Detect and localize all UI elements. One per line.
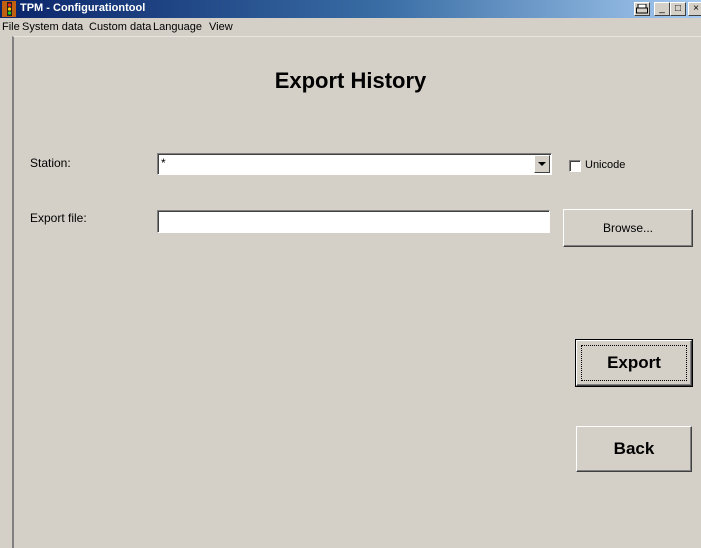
maximize-button[interactable]: □ <box>670 2 686 16</box>
station-value: * <box>161 156 166 170</box>
station-dropdown[interactable]: * <box>157 153 552 175</box>
page-title: Export History <box>274 68 427 93</box>
focus-rect <box>581 345 687 381</box>
minimize-button[interactable]: _ <box>654 2 670 16</box>
app-window: TPM - Configurationtool _ □ × File Syste… <box>0 0 701 548</box>
menu-custom-data[interactable]: Custom data <box>89 21 151 33</box>
export-button[interactable]: Export <box>575 339 693 387</box>
close-button[interactable]: × <box>688 2 701 16</box>
back-button[interactable]: Back <box>576 426 692 472</box>
station-label: Station: <box>30 156 71 170</box>
menu-view[interactable]: View <box>209 21 233 33</box>
window-title: TPM - Configurationtool <box>20 2 146 14</box>
browse-button[interactable]: Browse... <box>563 209 693 247</box>
menu-bar: File System data Custom data Language Vi… <box>0 18 701 36</box>
export-file-input[interactable] <box>157 210 550 233</box>
menu-system-data[interactable]: System data <box>22 21 83 33</box>
title-bar[interactable]: TPM - Configurationtool _ □ × <box>0 0 701 18</box>
unicode-label: Unicode <box>585 159 626 171</box>
unicode-checkbox[interactable] <box>569 160 581 172</box>
menu-file[interactable]: File <box>2 21 20 33</box>
print-icon[interactable] <box>634 2 650 16</box>
chevron-down-icon[interactable] <box>534 155 550 173</box>
menu-language[interactable]: Language <box>153 21 202 33</box>
export-file-label: Export file: <box>30 211 87 225</box>
traffic-light-icon <box>2 1 16 17</box>
